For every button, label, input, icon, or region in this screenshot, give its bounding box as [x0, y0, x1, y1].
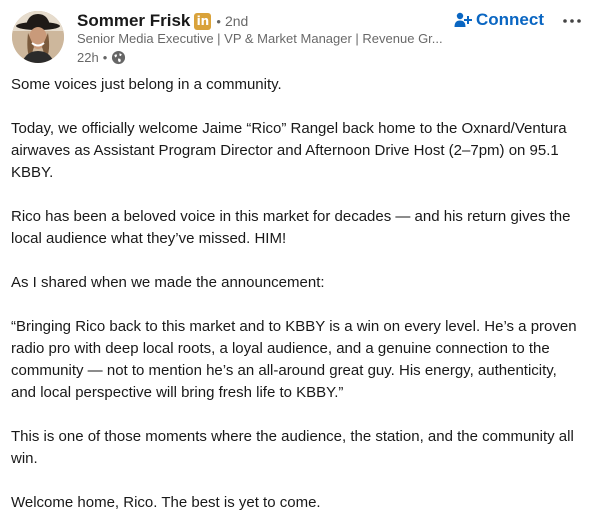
post-paragraph: “Bringing Rico back to this market and t… [11, 318, 577, 401]
more-horizontal-icon [562, 11, 582, 29]
meta-separator: • [102, 49, 108, 65]
globe-icon [111, 50, 126, 65]
post-header: Sommer Frisk in • 2nd Senior Media Execu… [0, 0, 593, 72]
post-time: 22h [77, 49, 99, 65]
connect-label: Connect [476, 10, 544, 29]
feed-post: Sommer Frisk in • 2nd Senior Media Execu… [0, 0, 593, 530]
post-paragraph: As I shared when we made the announcemen… [11, 274, 325, 291]
more-options-button[interactable] [560, 8, 584, 32]
post-paragraph: Some voices just belong in a community. [11, 76, 282, 93]
post-body: Some voices just belong in a community. … [11, 74, 583, 530]
author-name-row: Sommer Frisk in • 2nd [77, 9, 248, 33]
author-headline[interactable]: Senior Media Executive | VP & Market Man… [77, 31, 447, 46]
post-paragraph: This is one of those moments where the a… [11, 428, 574, 467]
post-paragraph: Today, we officially welcome Jaime “Rico… [11, 120, 567, 181]
connect-button[interactable]: Connect [454, 7, 544, 33]
person-plus-icon [454, 11, 472, 29]
avatar[interactable] [12, 11, 64, 63]
post-paragraph: Welcome home, Rico. The best is yet to c… [11, 494, 321, 511]
connection-degree: 2nd [224, 13, 249, 29]
avatar-photo [12, 11, 64, 63]
author-name[interactable]: Sommer Frisk [77, 11, 190, 31]
post-paragraph: Rico has been a beloved voice in this ma… [11, 208, 571, 247]
linkedin-premium-icon: in [194, 12, 212, 30]
post-meta: 22h • [77, 48, 126, 66]
degree-separator: • [216, 13, 221, 29]
